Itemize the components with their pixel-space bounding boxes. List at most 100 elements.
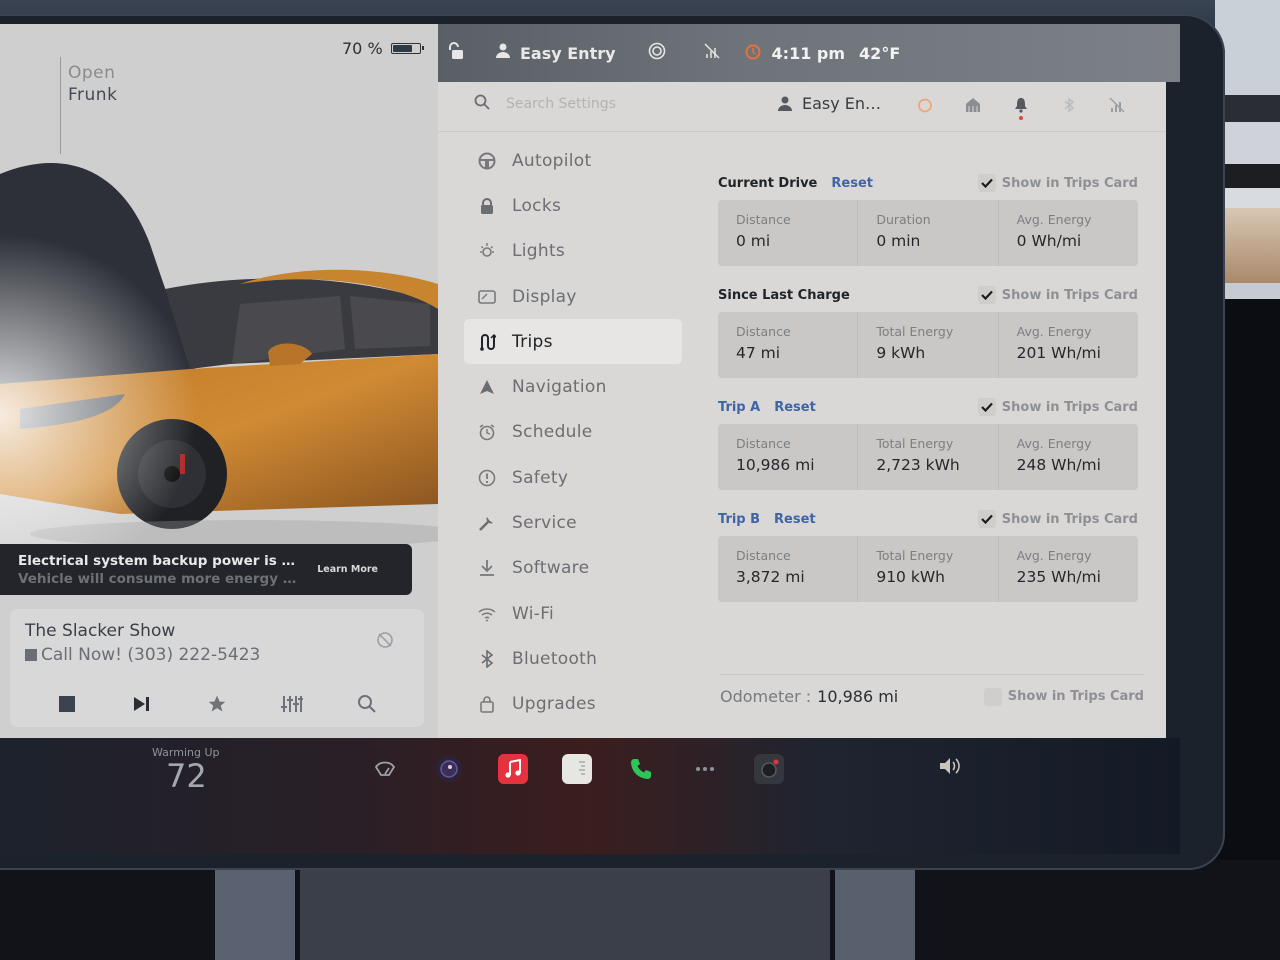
dashcam-button[interactable]: [754, 754, 784, 784]
light-icon: [478, 242, 496, 260]
stat-value: 3,872 mi: [736, 568, 805, 586]
checkmark-icon[interactable]: [977, 510, 996, 528]
search-icon: [474, 94, 490, 114]
phone-icon: [631, 759, 651, 779]
stat-value: 248 Wh/mi: [1016, 456, 1101, 474]
phone-app-button[interactable]: [626, 754, 656, 784]
sidebar-item-autopilot[interactable]: Autopilot: [464, 138, 682, 183]
energy-app-button[interactable]: [562, 754, 592, 784]
show-in-trips-card-toggle[interactable]: Show in Trips Card: [977, 510, 1138, 528]
trip-section-trip-b: Trip B Reset Show in Trips Card Distance 3,8…: [718, 508, 1138, 602]
volume-button[interactable]: [938, 756, 964, 780]
stat-value: 9 kWh: [876, 344, 926, 362]
display-icon: [478, 288, 496, 306]
wifi-icon: [478, 605, 496, 623]
profile-icon[interactable]: [496, 43, 510, 63]
skip-next-icon: [134, 697, 150, 711]
stat-distance: Distance 0 mi: [718, 200, 859, 266]
checkmark-icon[interactable]: [977, 174, 996, 192]
media-title: The Slacker Show: [25, 621, 176, 641]
sidebar-item-locks[interactable]: Locks: [464, 183, 682, 228]
odometer-show-in-trips-card-checkbox[interactable]: Show in Trips Card: [983, 687, 1144, 706]
sidebar-item-upgrades[interactable]: Upgrades: [464, 682, 682, 727]
profile-name: Easy En…: [802, 94, 882, 113]
checkmark-icon[interactable]: [977, 286, 996, 304]
stat-total-energy: Total Energy 9 kWh: [858, 312, 999, 378]
sidebar-item-safety[interactable]: Safety: [464, 455, 682, 500]
sidebar-item-lights[interactable]: Lights: [464, 229, 682, 274]
stat-value: 0 mi: [736, 232, 771, 250]
media-search-button[interactable]: [355, 692, 379, 716]
reset-current-drive-button[interactable]: Reset: [831, 176, 873, 191]
stat-label: Total Energy: [876, 436, 954, 451]
checkbox[interactable]: [983, 687, 1002, 706]
climate-temperature: 72: [166, 757, 207, 795]
media-subtitle: Call Now! (303) 222-5423: [41, 645, 261, 665]
sidebar-item-label: Wi-Fi: [512, 603, 555, 624]
show-in-trips-card-label: Show in Trips Card: [1007, 689, 1144, 704]
stat-value: 2,723 kWh: [876, 456, 960, 474]
settings-nav: Autopilot Locks Lights Display Trips Navigati…: [464, 138, 682, 727]
sentry-mode-icon[interactable]: [648, 42, 666, 64]
media-player: The Slacker Show Call Now! (303) 222-542…: [10, 609, 424, 727]
trips-content: Current Drive Reset Show in Trips Card Dist…: [718, 172, 1138, 620]
trip-title: Current Drive: [718, 175, 818, 191]
status-temperature: 42°F: [859, 43, 901, 63]
search-settings-input[interactable]: [506, 92, 706, 116]
sidebar-item-display[interactable]: Display: [464, 274, 682, 319]
dashcam-icon: [761, 759, 779, 778]
music-app-button[interactable]: [498, 754, 528, 784]
sidebar-item-trips[interactable]: Trips: [464, 319, 682, 365]
trip-title: Since Last Charge: [718, 287, 850, 303]
stat-label: Avg. Energy: [1016, 436, 1092, 451]
reset-trip-b-button[interactable]: Reset: [774, 512, 816, 527]
camera-app-button[interactable]: [434, 754, 464, 784]
sidebar-item-label: Schedule: [512, 422, 593, 443]
equalizer-button[interactable]: [280, 692, 304, 716]
checkmark-icon[interactable]: [977, 398, 996, 416]
background-stand: [300, 870, 830, 960]
stat-avg-energy: Avg. Energy 248 Wh/mi: [999, 424, 1138, 490]
favorite-button[interactable]: [205, 692, 229, 716]
sidebar-item-wi-fi[interactable]: Wi-Fi: [464, 591, 682, 636]
battery-status: 70 %: [342, 39, 424, 58]
no-favorite-icon[interactable]: [376, 631, 394, 653]
notification-bell-icon[interactable]: [1012, 96, 1030, 120]
energy-chart-icon: [579, 761, 585, 775]
reset-trip-a-button[interactable]: Reset: [774, 400, 816, 415]
sidebar-item-service[interactable]: Service: [464, 500, 682, 545]
stat-duration: Duration 0 min: [858, 200, 999, 266]
frunk-label-line2: Frunk: [68, 85, 118, 105]
show-in-trips-card-toggle[interactable]: Show in Trips Card: [977, 174, 1138, 192]
homelink-icon[interactable]: [964, 96, 982, 114]
stat-label: Distance: [736, 436, 791, 451]
status-profile-name[interactable]: Easy Entry: [520, 44, 616, 63]
safety-icon: [478, 469, 496, 487]
more-icon: [696, 767, 714, 771]
next-track-button[interactable]: [130, 692, 154, 716]
speaker-volume-icon: [940, 758, 960, 774]
no-signal-icon: [704, 43, 720, 63]
bluetooth-icon[interactable]: [1060, 96, 1078, 114]
show-in-trips-card-toggle[interactable]: Show in Trips Card: [977, 286, 1138, 304]
notification-dot: [1019, 116, 1023, 120]
alarm-icon[interactable]: [916, 96, 934, 114]
sidebar-item-software[interactable]: Software: [464, 546, 682, 591]
sidebar-item-bluetooth[interactable]: Bluetooth: [464, 636, 682, 681]
stop-button[interactable]: [55, 692, 79, 716]
sidebar-item-label: Safety: [512, 467, 569, 488]
open-frunk-button[interactable]: Open Frunk: [68, 62, 117, 106]
sidebar-item-navigation[interactable]: Navigation: [464, 364, 682, 409]
wiper-button[interactable]: [370, 754, 400, 784]
lock-status-icon[interactable]: [448, 42, 464, 64]
trip-header: Trip A Reset Show in Trips Card: [718, 396, 1138, 418]
alert-banner[interactable]: Electrical system backup power is una… V…: [0, 544, 412, 595]
driver-profile-button[interactable]: Easy En…: [778, 94, 881, 113]
stat-total-energy: Total Energy 2,723 kWh: [858, 424, 999, 490]
climate-control[interactable]: Warming Up 72: [152, 746, 220, 793]
sidebar-item-schedule[interactable]: Schedule: [464, 410, 682, 455]
learn-more-button[interactable]: Learn More: [317, 564, 378, 575]
alarm-icon[interactable]: [744, 42, 762, 64]
show-in-trips-card-toggle[interactable]: Show in Trips Card: [977, 398, 1138, 416]
more-apps-button[interactable]: [690, 754, 720, 784]
